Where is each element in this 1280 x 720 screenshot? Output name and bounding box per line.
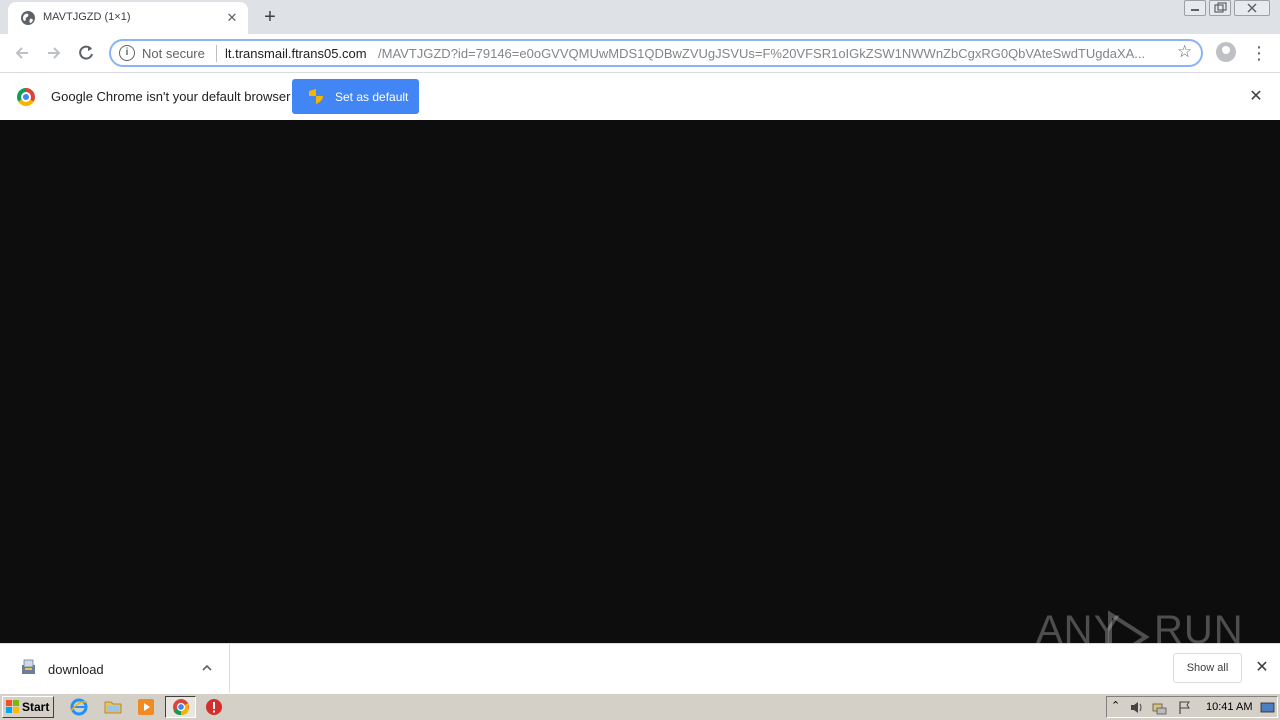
- tab-close-icon[interactable]: ✕: [223, 9, 241, 27]
- window-close-button[interactable]: [1234, 0, 1270, 16]
- folder-icon[interactable]: [104, 698, 122, 716]
- action-center-flag-icon[interactable]: [1177, 700, 1192, 715]
- info-icon[interactable]: i: [119, 45, 135, 61]
- start-label: Start: [22, 700, 50, 714]
- tab-title: MAVTJGZD (1×1): [43, 11, 131, 23]
- url-host[interactable]: lt.transmail.ftrans05.com: [225, 46, 367, 61]
- arrow-right-icon: [48, 47, 61, 59]
- divider: [216, 45, 217, 62]
- window-restore-button[interactable]: [1209, 0, 1231, 16]
- address-bar[interactable]: i Not secure lt.transmail.ftrans05.com /…: [109, 39, 1203, 67]
- forward-button[interactable]: [41, 40, 67, 66]
- download-shelf: download Show all ✕: [0, 643, 1280, 694]
- stop-sign-icon[interactable]: [205, 698, 223, 716]
- show-all-button[interactable]: Show all: [1173, 653, 1242, 683]
- star-icon[interactable]: ☆: [1177, 42, 1192, 62]
- show-hidden-icons-icon[interactable]: ⌃: [1111, 699, 1120, 712]
- network-icon[interactable]: [1152, 700, 1167, 715]
- infobar-close-icon[interactable]: ✕: [1246, 87, 1266, 107]
- browser-toolbar: i Not secure lt.transmail.ftrans05.com /…: [0, 34, 1280, 72]
- chrome-logo-icon: [17, 88, 35, 106]
- system-tray: ⌃ 10:41 AM: [1106, 696, 1278, 718]
- set-as-default-button[interactable]: Set as default: [292, 79, 419, 114]
- reload-icon: [79, 45, 93, 60]
- close-icon: [1247, 3, 1257, 13]
- shield-icon: [309, 89, 323, 104]
- browser-tab[interactable]: MAVTJGZD (1×1) ✕: [8, 2, 248, 34]
- shelf-close-icon[interactable]: ✕: [1252, 658, 1272, 678]
- menu-kebab-icon[interactable]: ⋮: [1250, 40, 1268, 66]
- default-browser-infobar: Google Chrome isn't your default browser…: [0, 72, 1280, 120]
- page-content: [0, 120, 1280, 643]
- volume-icon[interactable]: [1129, 700, 1144, 715]
- profile-avatar-icon[interactable]: [1216, 42, 1236, 62]
- security-label[interactable]: Not secure: [142, 46, 205, 61]
- windows-flag-icon: [6, 700, 19, 713]
- chevron-up-icon[interactable]: [198, 659, 216, 677]
- taskbar-chrome-button[interactable]: [165, 696, 196, 718]
- file-icon: [22, 659, 35, 674]
- globe-icon: [21, 11, 35, 25]
- download-filename: download: [48, 662, 104, 677]
- minimize-icon: [1191, 9, 1199, 11]
- new-tab-button[interactable]: +: [258, 5, 282, 29]
- media-player-icon[interactable]: [137, 698, 155, 716]
- tab-strip: MAVTJGZD (1×1) ✕ +: [0, 0, 1280, 34]
- infobar-message: Google Chrome isn't your default browser: [51, 89, 291, 104]
- url-path[interactable]: /MAVTJGZD?id=79146=e0oGVVQMUwMDS1QDBwZVU…: [378, 46, 1163, 61]
- taskbar-clock[interactable]: 10:41 AM: [1206, 701, 1252, 713]
- windows-taskbar: Start ⌃ 10:41 AM: [0, 693, 1280, 720]
- back-button[interactable]: [9, 40, 35, 66]
- internet-explorer-icon[interactable]: [70, 698, 88, 716]
- show-desktop-icon[interactable]: [1260, 700, 1275, 715]
- chrome-icon: [173, 699, 189, 716]
- restore-icon: [1214, 2, 1227, 13]
- arrow-left-icon: [15, 47, 28, 59]
- start-button[interactable]: Start: [2, 696, 54, 718]
- reload-button[interactable]: [73, 40, 99, 66]
- window-minimize-button[interactable]: [1184, 0, 1206, 16]
- set-as-default-label: Set as default: [335, 90, 409, 104]
- download-item[interactable]: download: [0, 644, 230, 694]
